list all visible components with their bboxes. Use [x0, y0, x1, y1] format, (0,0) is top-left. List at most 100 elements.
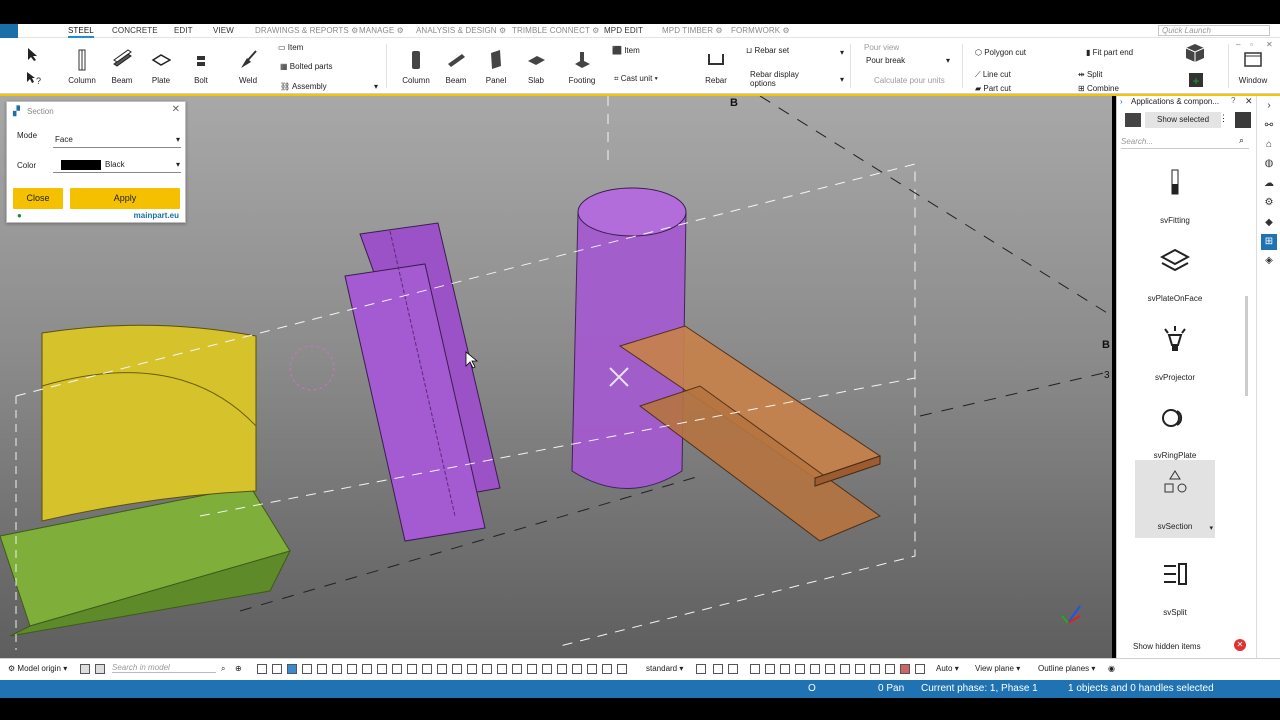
select-parts-icon[interactable] — [287, 664, 297, 674]
steel-item-button[interactable]: ▭ Item — [278, 43, 303, 52]
snap-icon[interactable] — [392, 664, 402, 674]
tab-edit[interactable]: EDIT — [174, 26, 193, 35]
help-icon[interactable]: ? — [1231, 96, 1235, 105]
snap-perpendicular-icon[interactable] — [467, 664, 477, 674]
rebar-set-button[interactable]: ⊔ Rebar set — [746, 46, 789, 55]
minimize-icon[interactable]: – — [1236, 40, 1240, 49]
model-origin-select[interactable]: ⚙ Model origin ▾ — [8, 664, 67, 673]
fit-part-end-button[interactable]: ▮ Fit part end — [1086, 48, 1133, 57]
panel-button[interactable]: Panel — [476, 48, 516, 85]
create-square-icon[interactable] — [795, 664, 805, 674]
chevron-right-icon[interactable]: › — [1120, 96, 1123, 107]
tab-steel[interactable]: STEEL — [68, 26, 94, 38]
select-welds-icon[interactable] — [317, 664, 327, 674]
chevron-down-icon[interactable]: ▾ — [840, 48, 844, 57]
steel-plate-button[interactable]: Plate — [141, 48, 181, 85]
search-icon[interactable]: ⌕ — [1239, 135, 1244, 146]
calculate-pour-units-button[interactable]: Calculate pour units — [874, 76, 945, 85]
select-planes-icon[interactable] — [362, 664, 372, 674]
app-item-svsplit[interactable]: svSplit — [1135, 552, 1215, 630]
clear-icon[interactable]: ✕ — [1234, 639, 1246, 651]
cube-icon[interactable]: ◆ — [1261, 215, 1277, 231]
part-cut-button[interactable]: ▰ Part cut — [975, 84, 1011, 93]
close-icon[interactable]: ✕ — [172, 104, 180, 115]
tag-icon[interactable]: ◈ — [1261, 253, 1277, 269]
snap-reference-icon[interactable] — [527, 664, 537, 674]
rebar-button[interactable]: Rebar — [696, 48, 736, 85]
measure-icon[interactable] — [840, 664, 850, 674]
wave-icon[interactable] — [855, 664, 865, 674]
cloud-icon[interactable]: ☁ — [1261, 176, 1277, 192]
purple-cylinder-top[interactable] — [577, 187, 687, 237]
app-item-svfitting[interactable]: svFitting — [1135, 160, 1215, 238]
redo-icon[interactable] — [95, 664, 105, 674]
concrete-item-button[interactable]: ⬛ Item — [612, 46, 640, 55]
hat-icon[interactable]: ⌂ — [1261, 137, 1277, 153]
tab-manage[interactable]: MANAGE ⚙ — [359, 26, 404, 35]
gear-icon[interactable]: ⚙ — [1261, 195, 1277, 211]
add-component-icon[interactable]: + — [1188, 72, 1206, 90]
clash-icon[interactable] — [696, 664, 706, 674]
applications-components-icon[interactable]: ⊞ — [1261, 234, 1277, 250]
select-grids-icon[interactable] — [332, 664, 342, 674]
chevron-right-icon[interactable]: › — [1261, 98, 1277, 114]
window-button[interactable]: Window — [1234, 48, 1272, 85]
settings-standard-select[interactable]: standard ▾ — [646, 664, 683, 673]
close-window-icon[interactable]: ✕ — [1266, 40, 1273, 49]
chevron-down-icon[interactable]: ▾ — [1209, 524, 1213, 532]
snap-mid-icon[interactable] — [422, 664, 432, 674]
tab-formwork[interactable]: FORMWORK ⚙ — [731, 26, 790, 35]
concrete-column-button[interactable]: Column — [396, 48, 436, 85]
snap-free-icon[interactable] — [557, 664, 567, 674]
weld-button[interactable]: Weld — [228, 48, 268, 85]
create-circle-icon[interactable] — [780, 664, 790, 674]
select-bolts-icon[interactable] — [302, 664, 312, 674]
snap-any-icon[interactable] — [512, 664, 522, 674]
snap-end-icon[interactable] — [407, 664, 417, 674]
help-pointer-icon[interactable]: ? — [24, 70, 44, 86]
footing-button[interactable]: Footing — [562, 48, 602, 85]
auto-select[interactable]: Auto ▾ — [936, 664, 959, 673]
link-icon[interactable]: ⚯ — [1261, 118, 1277, 134]
select-icon[interactable] — [257, 664, 267, 674]
combine-button[interactable]: ⊞ Combine — [1078, 84, 1119, 93]
layout-icon[interactable] — [915, 664, 925, 674]
status-phase[interactable]: Current phase: 1, Phase 1 — [921, 683, 1038, 694]
color-select[interactable]: Black ▾ — [53, 159, 181, 173]
apply-button[interactable]: Apply — [70, 188, 180, 209]
show-selected-button[interactable]: Show selected — [1145, 112, 1221, 128]
tab-view[interactable]: VIEW — [213, 26, 234, 35]
app-item-svprojector[interactable]: svProjector — [1135, 317, 1215, 395]
create-box-icon[interactable] — [750, 664, 760, 674]
undo-icon[interactable] — [80, 664, 90, 674]
pour-break-button[interactable]: Pour break — [866, 56, 905, 65]
assembly-button[interactable]: ⛓ Assembly — [280, 82, 327, 91]
chevron-down-icon[interactable]: ▾ — [840, 75, 844, 84]
panel-scrollbar[interactable] — [1245, 296, 1248, 396]
yellow-curved-panel[interactable] — [41, 324, 257, 522]
tab-mpd-edit[interactable]: MPD EDIT — [604, 26, 643, 35]
more-options-icon[interactable]: ⋮ — [1219, 113, 1228, 124]
select-all-icon[interactable] — [272, 664, 282, 674]
create-rect-icon[interactable] — [765, 664, 775, 674]
select-pointer-icon[interactable] — [24, 46, 40, 62]
drag-icon[interactable] — [713, 664, 723, 674]
search-in-model-input[interactable]: Search in model — [112, 663, 216, 673]
collapse-panel-icon[interactable] — [1235, 112, 1251, 128]
bolt-button[interactable]: Bolt — [181, 48, 221, 85]
delete-icon[interactable] — [810, 664, 820, 674]
app-item-svplateonface[interactable]: svPlateOnFace — [1135, 238, 1215, 316]
concrete-beam-button[interactable]: Beam — [436, 48, 476, 85]
bolted-parts-button[interactable]: ▦ Bolted parts — [280, 62, 332, 71]
brand-link[interactable]: mainpart.eu — [134, 211, 179, 220]
sigma-icon[interactable] — [870, 664, 880, 674]
cast-unit-button[interactable]: ⌗ Cast unit ▾ — [614, 74, 658, 84]
zoom-icon[interactable]: ⊕ — [235, 664, 242, 673]
tab-analysis-design[interactable]: ANALYSIS & DESIGN ⚙ — [416, 26, 506, 35]
app-item-svsection[interactable]: svSection ▾ — [1135, 460, 1215, 538]
globe-icon[interactable]: ◍ — [1261, 156, 1277, 172]
snap-center-icon[interactable] — [437, 664, 447, 674]
steel-column-button[interactable]: Column — [62, 48, 102, 85]
snap-grid-icon[interactable] — [587, 664, 597, 674]
polygon-cut-button[interactable]: ⬡ Polygon cut — [975, 48, 1026, 57]
